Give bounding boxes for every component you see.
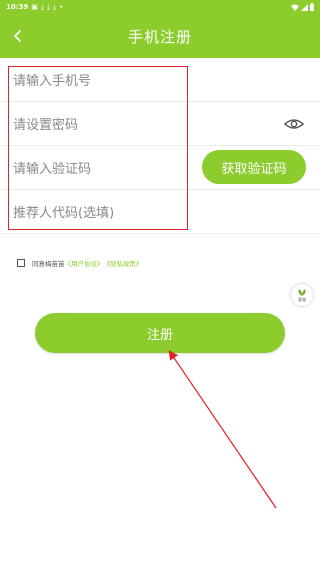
user-agreement-link[interactable]: 《用户协议》 [65,258,104,268]
status-time: 10:39 [6,3,29,11]
back-icon[interactable] [8,26,28,46]
get-code-button[interactable]: 获取验证码 [202,150,306,184]
page-title: 手机注册 [127,27,192,46]
status-bar: 10:39 ▣ ⤓ ⤓ ⤓ • [0,0,320,14]
battery-icon [310,3,314,11]
app-bar: 手机注册 [0,14,320,58]
agree-checkbox[interactable] [17,259,25,267]
referrer-code-field[interactable]: 推荐人代码(选填) [0,190,320,234]
dot-icon: • [59,2,64,11]
referrer-placeholder: 推荐人代码(选填) [13,206,115,221]
password-placeholder: 请设置密码 [13,118,79,133]
status-right [291,3,314,11]
code-placeholder: 请输入验证码 [13,162,92,177]
agreement-prefix: 同意梅苗苗 [32,260,65,268]
customer-service-widget[interactable]: 客服 [291,284,313,306]
register-button[interactable]: 注册 [35,313,285,353]
privacy-policy-link[interactable]: 《隐私政策》 [104,258,143,268]
image-icon: ▣ [31,2,38,11]
phone-placeholder: 请输入手机号 [13,74,92,89]
download-icon: ⤓ [40,2,45,11]
signal-icon [301,3,308,11]
download-icon: ⤓ [53,2,57,11]
wifi-icon [291,4,299,11]
password-field[interactable]: 请设置密码 [0,102,320,146]
status-left: 10:39 ▣ ⤓ ⤓ ⤓ • [6,0,63,14]
eye-icon[interactable] [284,115,304,133]
phone-field[interactable]: 请输入手机号 [0,58,320,102]
customer-service-label: 客服 [298,297,306,302]
download-icon: ⤓ [47,2,51,11]
leaf-icon [298,289,306,296]
agreement-row: 同意梅苗苗 《用户协议》 《隐私政策》 [17,258,143,268]
